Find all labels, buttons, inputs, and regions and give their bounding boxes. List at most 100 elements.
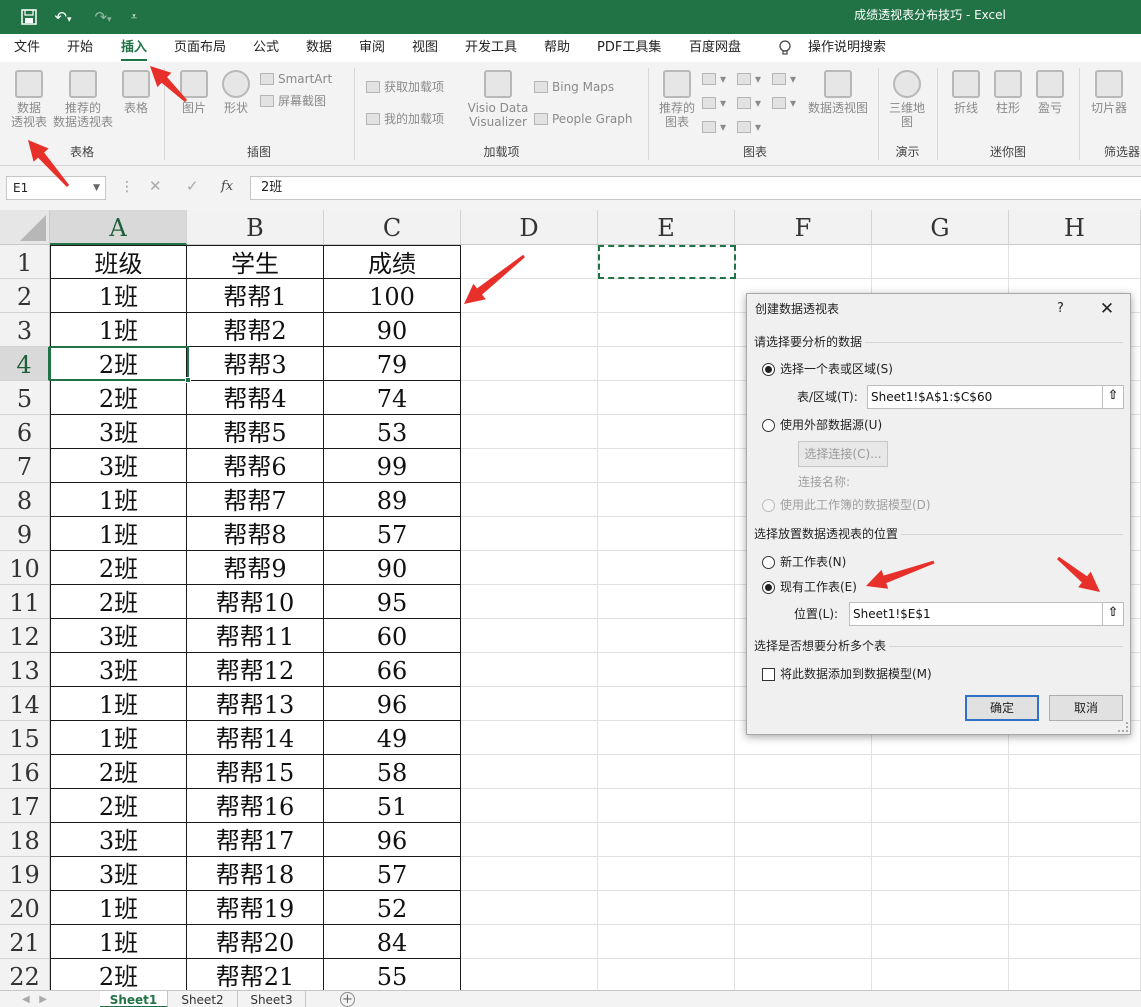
sparkline-line-button[interactable]: 折线 <box>948 70 984 115</box>
row-header-9[interactable]: 9 <box>0 517 50 551</box>
table-cell[interactable]: 帮帮3 <box>187 347 324 381</box>
table-cell[interactable]: 帮帮15 <box>187 755 324 789</box>
my-addins-button[interactable]: 我的加载项 <box>366 110 444 128</box>
sheet-tab-sheet2[interactable]: Sheet2 <box>168 991 238 1007</box>
add-sheet-icon[interactable]: + <box>340 992 355 1007</box>
tab-review[interactable]: 审阅 <box>359 34 385 62</box>
table-cell[interactable]: 2班 <box>50 551 187 585</box>
row-header-16[interactable]: 16 <box>0 755 50 789</box>
row-header-12[interactable]: 12 <box>0 619 50 653</box>
table-cell[interactable]: 79 <box>324 347 461 381</box>
column-header-c[interactable]: C <box>324 210 461 245</box>
table-header-cell[interactable]: 成绩 <box>324 245 461 279</box>
table-cell[interactable]: 2班 <box>50 959 187 990</box>
table-cell[interactable]: 2班 <box>50 381 187 415</box>
radio-existing-worksheet[interactable] <box>762 581 775 594</box>
table-cell[interactable]: 55 <box>324 959 461 990</box>
table-cell[interactable]: 2班 <box>50 585 187 619</box>
customize-icon[interactable]: ⩡ <box>126 7 142 27</box>
row-header-1[interactable]: 1 <box>0 245 50 279</box>
table-cell[interactable]: 1班 <box>50 313 187 347</box>
table-cell[interactable]: 帮帮16 <box>187 789 324 823</box>
radio-existing-worksheet-label[interactable]: 现有工作表(E) <box>780 579 857 595</box>
table-cell[interactable]: 帮帮5 <box>187 415 324 449</box>
line-chart-icon[interactable]: ▾ <box>702 94 726 112</box>
row-header-8[interactable]: 8 <box>0 483 50 517</box>
table-cell[interactable]: 99 <box>324 449 461 483</box>
table-cell[interactable]: 帮帮11 <box>187 619 324 653</box>
column-header-f[interactable]: F <box>735 210 872 245</box>
table-cell[interactable]: 帮帮2 <box>187 313 324 347</box>
close-icon[interactable]: ✕ <box>1093 294 1121 324</box>
table-cell[interactable]: 90 <box>324 313 461 347</box>
column-header-e[interactable]: E <box>598 210 735 245</box>
pivot-table-button[interactable]: 数据 透视表 <box>8 70 50 129</box>
recommended-pivot-button[interactable]: 推荐的 数据透视表 <box>52 70 114 129</box>
collapse-range-icon[interactable]: ⇧ <box>1102 385 1124 409</box>
row-header-22[interactable]: 22 <box>0 959 50 990</box>
pivot-chart-button[interactable]: 数据透视图 <box>806 70 870 115</box>
table-cell[interactable]: 帮帮13 <box>187 687 324 721</box>
sparkline-winloss-button[interactable]: 盈亏 <box>1032 70 1068 115</box>
tab-baidu-netdisk[interactable]: 百度网盘 <box>689 34 741 62</box>
cancel-button[interactable]: 取消 <box>1049 695 1123 721</box>
table-cell[interactable]: 帮帮4 <box>187 381 324 415</box>
radio-new-worksheet-label[interactable]: 新工作表(N) <box>780 554 846 570</box>
add-to-data-model-label[interactable]: 将此数据添加到数据模型(M) <box>780 666 932 682</box>
table-cell[interactable]: 3班 <box>50 449 187 483</box>
fill-handle[interactable] <box>185 377 191 383</box>
table-cell[interactable]: 52 <box>324 891 461 925</box>
waterfall-chart-icon[interactable]: ▾ <box>772 70 796 88</box>
collapse-location-icon[interactable]: ⇧ <box>1102 602 1124 626</box>
select-all-corner[interactable] <box>0 210 50 245</box>
row-header-20[interactable]: 20 <box>0 891 50 925</box>
resize-grip-icon[interactable] <box>1118 722 1128 732</box>
table-header-cell[interactable]: 班级 <box>50 245 187 279</box>
people-graph-button[interactable]: People Graph <box>534 110 633 128</box>
add-to-data-model-checkbox[interactable] <box>762 668 775 681</box>
radio-select-range-label[interactable]: 选择一个表或区域(S) <box>780 361 893 377</box>
radio-data-model[interactable] <box>762 499 775 512</box>
sheet-nav-arrows-icon[interactable]: ◀ ▶ <box>22 991 47 1007</box>
table-cell[interactable]: 60 <box>324 619 461 653</box>
cancel-icon[interactable]: ✕ <box>149 177 162 195</box>
table-cell[interactable]: 帮帮14 <box>187 721 324 755</box>
table-cell[interactable]: 95 <box>324 585 461 619</box>
radio-external-source[interactable] <box>762 419 775 432</box>
table-cell[interactable]: 3班 <box>50 857 187 891</box>
bing-maps-button[interactable]: Bing Maps <box>534 78 614 96</box>
radio-external-source-label[interactable]: 使用外部数据源(U) <box>780 417 882 433</box>
tab-home[interactable]: 开始 <box>67 34 93 62</box>
table-cell[interactable]: 2班 <box>50 755 187 789</box>
sparkline-column-button[interactable]: 柱形 <box>990 70 1026 115</box>
table-cell[interactable]: 84 <box>324 925 461 959</box>
combo-chart-icon[interactable]: ▾ <box>772 94 796 112</box>
column-header-a[interactable]: A <box>50 210 187 245</box>
sheet-tab-sheet1[interactable]: Sheet1 <box>100 991 168 1007</box>
table-cell[interactable]: 49 <box>324 721 461 755</box>
formula-input[interactable]: 2班 <box>250 176 1141 200</box>
table-cell[interactable]: 帮帮8 <box>187 517 324 551</box>
table-cell[interactable]: 3班 <box>50 619 187 653</box>
row-header-13[interactable]: 13 <box>0 653 50 687</box>
map3d-button[interactable]: 三维地 图 <box>886 70 928 129</box>
column-header-b[interactable]: B <box>187 210 324 245</box>
table-cell[interactable]: 帮帮1 <box>187 279 324 313</box>
shapes-button[interactable]: 形状 <box>218 70 254 115</box>
table-cell[interactable]: 74 <box>324 381 461 415</box>
table-cell[interactable]: 2班 <box>50 789 187 823</box>
table-cell[interactable]: 1班 <box>50 925 187 959</box>
recommended-charts-button[interactable]: 推荐的 图表 <box>656 70 698 129</box>
redo-icon[interactable]: ↷▾ <box>88 7 118 27</box>
sheet-tab-sheet3[interactable]: Sheet3 <box>238 991 306 1007</box>
location-input[interactable]: Sheet1!$E$1 <box>849 602 1103 626</box>
visio-button[interactable]: Visio Data Visualizer <box>466 70 530 129</box>
column-header-h[interactable]: H <box>1009 210 1141 245</box>
row-header-19[interactable]: 19 <box>0 857 50 891</box>
table-cell[interactable]: 57 <box>324 857 461 891</box>
hierarchy-chart-icon[interactable]: ▾ <box>737 70 761 88</box>
table-cell[interactable]: 帮帮21 <box>187 959 324 990</box>
table-cell[interactable]: 1班 <box>50 721 187 755</box>
table-cell[interactable]: 帮帮9 <box>187 551 324 585</box>
table-cell[interactable]: 帮帮7 <box>187 483 324 517</box>
